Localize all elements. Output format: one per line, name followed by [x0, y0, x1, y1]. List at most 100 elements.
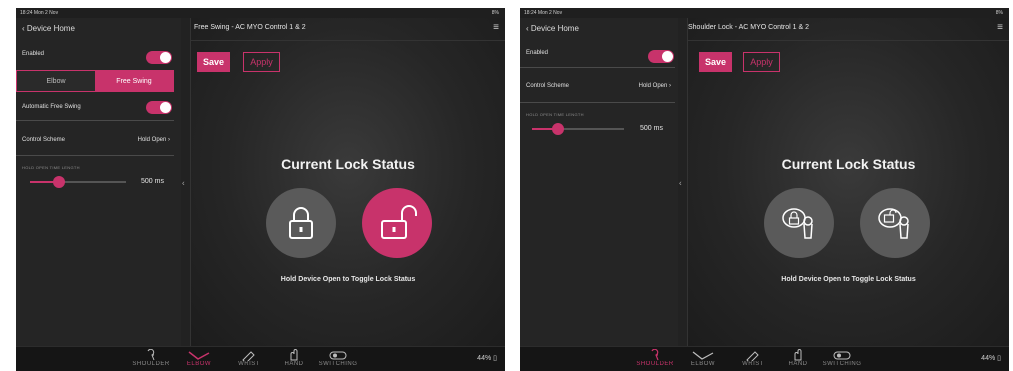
hold-open-time-slider[interactable] [30, 176, 126, 188]
control-scheme-label: Control Scheme [526, 83, 570, 89]
device-home-back-link[interactable]: ‹ Device Home [22, 24, 75, 33]
tab-elbow[interactable]: ELBOW [681, 349, 725, 367]
bottom-tab-bar: SHOULDER ELBOW WRIST HAND SWITCHING 44% … [16, 346, 505, 371]
divider [520, 102, 675, 103]
divider [16, 120, 174, 121]
device-home-back-link[interactable]: ‹ Device Home [526, 24, 579, 33]
shoulder-lock-screen: 18:24 Mon 2 Nov 8% ‹ Device Home Enabled… [520, 8, 1009, 371]
toggle-knob [160, 52, 171, 63]
back-label: Device Home [26, 24, 75, 33]
page-title: Shoulder Lock - AC MYO Control 1 & 2 [688, 24, 809, 31]
locked-state-button[interactable] [266, 188, 336, 258]
tab-shoulder[interactable]: SHOULDER [129, 349, 173, 367]
title-bar: Shoulder Lock - AC MYO Control 1 & 2 ≡ [688, 18, 1009, 41]
title-bar: Free Swing - AC MYO Control 1 & 2 ≡ [191, 18, 505, 41]
device-battery-level: 44% ▯ [981, 355, 1001, 362]
wrist-icon [746, 351, 759, 361]
tab-label: WRIST [742, 361, 764, 367]
main-panel: Shoulder Lock - AC MYO Control 1 & 2 ≡ S… [688, 18, 1009, 347]
control-scheme-value: Hold Open › [137, 137, 170, 143]
enabled-toggle[interactable] [146, 51, 172, 64]
main-panel: Free Swing - AC MYO Control 1 & 2 ≡ Save… [191, 18, 505, 347]
elbow-icon [692, 351, 714, 360]
sidebar-collapse-handle[interactable]: ‹ [181, 18, 191, 347]
save-button[interactable]: Save [699, 52, 732, 72]
control-scheme-row[interactable]: Control Scheme Hold Open › [520, 83, 675, 95]
hold-open-time-value: 500 ms [141, 178, 164, 185]
bottom-tab-bar: SHOULDER ELBOW WRIST HAND SWITCHING 44% … [520, 346, 1009, 371]
chevron-left-icon: ‹ [526, 24, 529, 33]
switching-icon [833, 351, 851, 360]
tab-elbow[interactable]: ELBOW [177, 349, 221, 367]
chevron-left-icon: ‹ [679, 178, 682, 187]
control-scheme-row[interactable]: Control Scheme Hold Open › [16, 137, 174, 149]
battery-icon: ▯ [493, 355, 497, 362]
divider [16, 155, 174, 156]
tab-shoulder[interactable]: SHOULDER [633, 349, 677, 367]
hold-open-time-value: 500 ms [640, 125, 663, 132]
tab-label: WRIST [238, 361, 260, 367]
enabled-label: Enabled [526, 50, 549, 56]
hand-icon [290, 349, 298, 361]
tab-switching[interactable]: SWITCHING [316, 349, 360, 367]
tab-hand[interactable]: HAND [776, 349, 820, 367]
settings-sidebar: ‹ Device Home Enabled Control Scheme Hol… [520, 18, 679, 347]
segment-free-swing[interactable]: Free Swing [95, 71, 173, 91]
auto-free-swing-toggle[interactable] [146, 101, 172, 114]
tab-label: SWITCHING [318, 361, 358, 367]
control-scheme-label: Control Scheme [22, 137, 66, 143]
lock-status-title: Current Lock Status [281, 156, 415, 172]
hold-open-time-label: HOLD OPEN TIME LENGTH [22, 165, 80, 170]
status-time: 18:24 Mon 2 Nov [20, 10, 59, 16]
save-button[interactable]: Save [197, 52, 230, 72]
enabled-label: Enabled [22, 51, 45, 57]
page-title: Free Swing - AC MYO Control 1 & 2 [194, 24, 306, 31]
control-scheme-value: Hold Open › [638, 83, 671, 89]
switching-icon [329, 351, 347, 360]
shoulder-unlocked-button[interactable] [860, 188, 930, 258]
menu-icon[interactable]: ≡ [997, 22, 1003, 33]
slider-thumb[interactable] [552, 123, 564, 135]
tab-hand[interactable]: HAND [272, 349, 316, 367]
apply-button[interactable]: Apply [743, 52, 780, 72]
status-time: 18:24 Mon 2 Nov [524, 10, 563, 16]
padlock-open-icon [381, 205, 417, 239]
shoulder-icon [651, 349, 659, 361]
status-bar: 18:24 Mon 2 Nov 8% [16, 8, 505, 18]
apply-button[interactable]: Apply [243, 52, 280, 72]
shoulder-locked-button[interactable] [764, 188, 834, 258]
tab-switching[interactable]: SWITCHING [820, 349, 864, 367]
padlock-closed-icon [289, 207, 313, 239]
hold-open-time-label: HOLD OPEN TIME LENGTH [526, 112, 584, 117]
status-bar: 18:24 Mon 2 Nov 8% [520, 8, 1009, 18]
hold-open-time-slider[interactable] [532, 123, 624, 135]
unlocked-state-button[interactable] [362, 188, 432, 258]
slider-thumb[interactable] [53, 176, 65, 188]
toggle-lock-hint: Hold Device Open to Toggle Lock Status [280, 276, 416, 283]
tab-wrist[interactable]: WRIST [731, 349, 775, 367]
menu-icon[interactable]: ≡ [493, 22, 499, 33]
free-swing-screen: 18:24 Mon 2 Nov 8% ‹ Device Home Enabled… [16, 8, 505, 371]
tab-label: SWITCHING [822, 361, 862, 367]
sidebar-collapse-handle[interactable]: ‹ [678, 18, 688, 347]
enabled-toggle[interactable] [648, 50, 674, 63]
wrist-icon [242, 351, 255, 361]
chevron-left-icon: ‹ [182, 178, 185, 187]
elbow-icon [188, 351, 210, 360]
toggle-knob [662, 51, 673, 62]
tab-label: ELBOW [690, 361, 716, 367]
battery-icon: ▯ [997, 355, 1001, 362]
status-battery: 8% [995, 10, 1003, 16]
auto-free-swing-label: Automatic Free Swing [22, 104, 81, 110]
settings-sidebar: ‹ Device Home Enabled Elbow Free Swing A… [16, 18, 182, 347]
divider [520, 67, 675, 68]
toggle-knob [160, 102, 171, 113]
tab-wrist[interactable]: WRIST [227, 349, 271, 367]
tab-label: HAND [788, 361, 808, 367]
device-battery-level: 44% ▯ [477, 355, 497, 362]
tab-label: SHOULDER [132, 361, 170, 367]
shoulder-locked-icon [782, 208, 813, 239]
chevron-left-icon: ‹ [22, 24, 25, 33]
segment-elbow[interactable]: Elbow [17, 71, 95, 91]
toggle-lock-hint: Hold Device Open to Toggle Lock Status [781, 276, 916, 283]
